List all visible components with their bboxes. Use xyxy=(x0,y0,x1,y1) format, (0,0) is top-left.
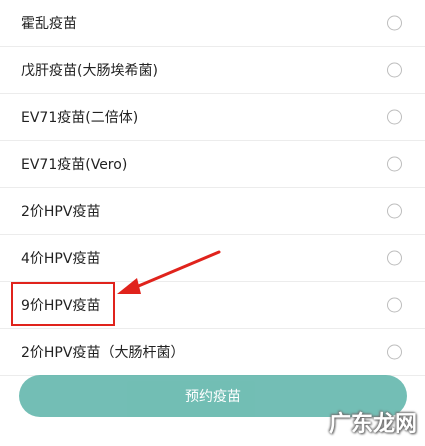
vaccine-option-label: 2价HPV疫苗（大肠杆菌） xyxy=(21,345,185,361)
vaccine-option-label: EV71疫苗(二倍体) xyxy=(21,110,139,126)
radio-button[interactable] xyxy=(387,203,402,219)
vaccine-option-ev71-vero[interactable]: EV71疫苗(Vero) xyxy=(0,141,425,188)
radio-button[interactable] xyxy=(387,344,402,360)
radio-button[interactable] xyxy=(387,250,402,266)
vaccine-option-hepatitis-e[interactable]: 戊肝疫苗(大肠埃希菌) xyxy=(0,47,425,94)
vaccine-list: 霍乱疫苗 戊肝疫苗(大肠埃希菌) EV71疫苗(二倍体) EV71疫苗(Vero… xyxy=(0,0,425,376)
vaccine-option-hpv-9[interactable]: 9价HPV疫苗 xyxy=(0,282,425,329)
radio-button[interactable] xyxy=(387,156,402,172)
vaccine-option-hpv-2[interactable]: 2价HPV疫苗 xyxy=(0,188,425,235)
vaccine-option-label: EV71疫苗(Vero) xyxy=(21,157,128,173)
vaccine-selection-page: 霍乱疫苗 戊肝疫苗(大肠埃希菌) EV71疫苗(二倍体) EV71疫苗(Vero… xyxy=(0,0,425,446)
radio-button[interactable] xyxy=(387,15,402,31)
radio-button[interactable] xyxy=(387,109,402,125)
vaccine-option-hpv-2-ecoli[interactable]: 2价HPV疫苗（大肠杆菌） xyxy=(0,329,425,376)
vaccine-option-label: 9价HPV疫苗 xyxy=(21,298,101,314)
vaccine-option-cholera[interactable]: 霍乱疫苗 xyxy=(0,0,425,47)
vaccine-option-label: 4价HPV疫苗 xyxy=(21,251,101,267)
vaccine-option-label: 霍乱疫苗 xyxy=(21,16,77,32)
radio-button[interactable] xyxy=(387,297,402,313)
radio-button[interactable] xyxy=(387,62,402,78)
watermark: 广东龙网 xyxy=(328,411,417,437)
vaccine-option-hpv-4[interactable]: 4价HPV疫苗 xyxy=(0,235,425,282)
vaccine-option-label: 戊肝疫苗(大肠埃希菌) xyxy=(21,63,158,79)
vaccine-option-ev71-diploid[interactable]: EV71疫苗(二倍体) xyxy=(0,94,425,141)
vaccine-option-label: 2价HPV疫苗 xyxy=(21,204,101,220)
